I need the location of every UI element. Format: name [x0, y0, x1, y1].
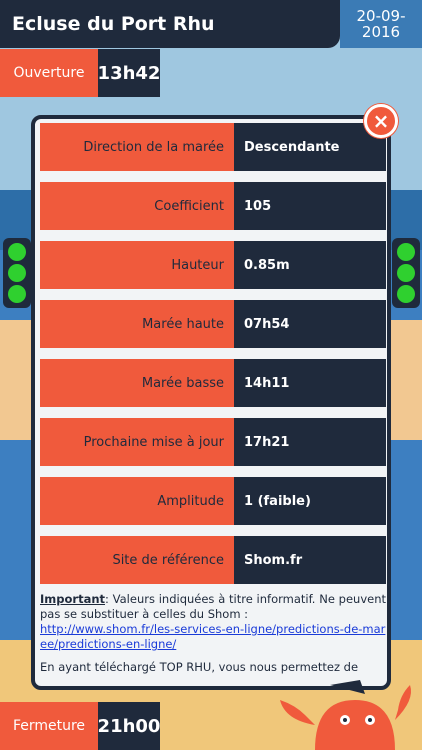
shom-link[interactable]: http://www.shom.fr/les-services-en-ligne… — [40, 622, 385, 651]
info-row: Coefficient 105 — [40, 182, 386, 230]
opening-value: 13h42 — [98, 49, 160, 97]
disclaimer-heading: Important — [40, 592, 106, 606]
closing-time: Fermeture 21h00 — [0, 702, 160, 750]
info-row-value: 1 (faible) — [234, 477, 386, 525]
info-row-value: 07h54 — [234, 300, 386, 348]
crab-mascot-icon — [280, 680, 411, 750]
info-row-value: 105 — [234, 182, 386, 230]
info-row-value: Shom.fr — [234, 536, 386, 584]
info-row-label: Prochaine mise à jour — [40, 418, 234, 466]
date-line-2: 2016 — [361, 23, 401, 41]
opening-time: Ouverture 13h42 — [0, 49, 160, 97]
info-row-value: 0.85m — [234, 241, 386, 289]
date-badge: 20-09- 2016 — [340, 0, 422, 48]
info-row-value: Descendante — [234, 123, 386, 171]
info-row-value: 14h11 — [234, 359, 386, 407]
info-row: Marée haute 07h54 — [40, 300, 386, 348]
info-row: Hauteur 0.85m — [40, 241, 386, 289]
closing-label: Fermeture — [0, 702, 98, 750]
info-row-label: Marée basse — [40, 359, 234, 407]
disclaimer[interactable]: Important: Valeurs indiquées à titre inf… — [40, 592, 386, 683]
info-row-label: Direction de la marée — [40, 123, 234, 171]
green-light-icon — [397, 284, 415, 303]
info-row-label: Coefficient — [40, 182, 234, 230]
info-row: Prochaine mise à jour 17h21 — [40, 418, 386, 466]
close-icon[interactable]: × — [364, 104, 398, 138]
info-row-label: Hauteur — [40, 241, 234, 289]
info-row-value: 17h21 — [234, 418, 386, 466]
download-text: En ayant téléchargé TOP RHU, vous nous p… — [40, 660, 359, 674]
green-light-icon — [397, 263, 415, 282]
closing-value: 21h00 — [98, 702, 160, 750]
page-title: Ecluse du Port Rhu — [0, 0, 340, 48]
traffic-light-right — [392, 238, 420, 308]
info-row-label: Marée haute — [40, 300, 234, 348]
traffic-light-left — [3, 238, 31, 308]
info-row: Direction de la marée Descendante — [40, 123, 386, 171]
info-row-label: Amplitude — [40, 477, 234, 525]
green-light-icon — [397, 243, 415, 262]
opening-label: Ouverture — [0, 49, 98, 97]
tide-info-modal: Direction de la marée Descendante Coeffici… — [31, 115, 391, 690]
info-row: Site de référence Shom.fr — [40, 536, 386, 584]
green-light-icon — [8, 284, 26, 303]
info-row: Marée basse 14h11 — [40, 359, 386, 407]
green-light-icon — [8, 243, 26, 262]
beach-right — [390, 320, 422, 440]
info-row-label: Site de référence — [40, 536, 234, 584]
green-light-icon — [8, 263, 26, 282]
tide-info-list: Direction de la marée Descendante Coeffici… — [40, 123, 386, 595]
date-line-1: 20-09- — [356, 7, 406, 25]
info-row: Amplitude 1 (faible) — [40, 477, 386, 525]
